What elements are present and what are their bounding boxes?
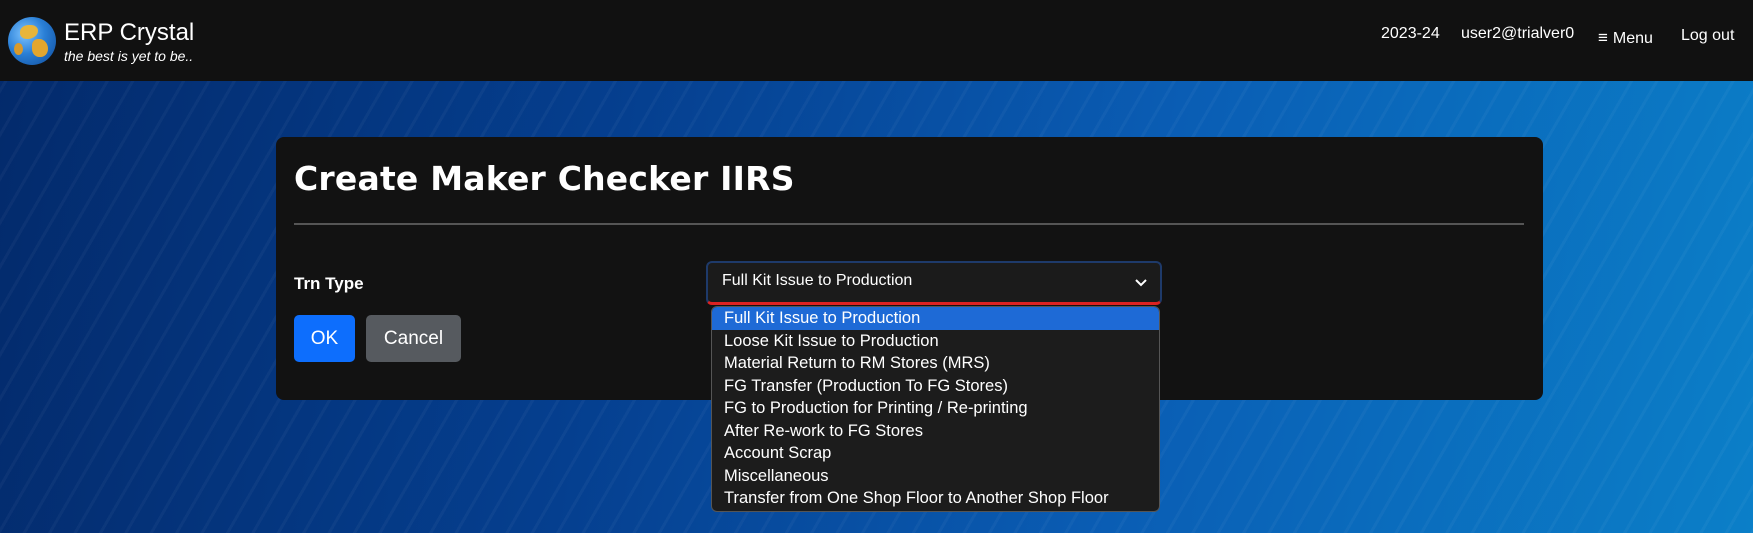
globe-logo-icon[interactable] <box>8 17 56 65</box>
trn-type-label: Trn Type <box>294 274 364 293</box>
title-divider <box>294 223 1524 225</box>
top-navbar: ERP Crystal the best is yet to be.. 2023… <box>0 0 1753 81</box>
option-account-scrap[interactable]: Account Scrap <box>712 442 1159 465</box>
option-fg-transfer[interactable]: FG Transfer (Production To FG Stores) <box>712 375 1159 398</box>
option-miscellaneous[interactable]: Miscellaneous <box>712 465 1159 488</box>
fiscal-year[interactable]: 2023-24 <box>1381 25 1440 43</box>
trn-type-dropdown-list: Full Kit Issue to Production Loose Kit I… <box>711 306 1160 512</box>
user-account[interactable]: user2@trialver0 <box>1461 25 1574 43</box>
trn-type-selected-value: Full Kit Issue to Production <box>722 272 913 289</box>
page-title: Create Maker Checker IIRS <box>294 159 795 198</box>
app-title[interactable]: ERP Crystal <box>64 19 194 47</box>
option-after-rework[interactable]: After Re-work to FG Stores <box>712 420 1159 443</box>
app-tagline: the best is yet to be.. <box>64 48 194 64</box>
option-shop-floor-transfer[interactable]: Transfer from One Shop Floor to Another … <box>712 487 1159 510</box>
logout-link[interactable]: Log out <box>1681 27 1734 45</box>
ok-button[interactable]: OK <box>294 315 355 362</box>
menu-label: Menu <box>1612 30 1653 47</box>
chevron-down-icon <box>1135 279 1147 287</box>
hamburger-icon: ≡ <box>1598 28 1608 47</box>
trn-type-select[interactable]: Full Kit Issue to Production <box>706 261 1162 305</box>
option-material-return[interactable]: Material Return to RM Stores (MRS) <box>712 352 1159 375</box>
option-fg-to-production[interactable]: FG to Production for Printing / Re-print… <box>712 397 1159 420</box>
cancel-button[interactable]: Cancel <box>366 315 461 362</box>
option-full-kit-issue[interactable]: Full Kit Issue to Production <box>712 307 1159 330</box>
option-loose-kit-issue[interactable]: Loose Kit Issue to Production <box>712 330 1159 353</box>
menu-button[interactable]: ≡ Menu <box>1598 28 1653 48</box>
